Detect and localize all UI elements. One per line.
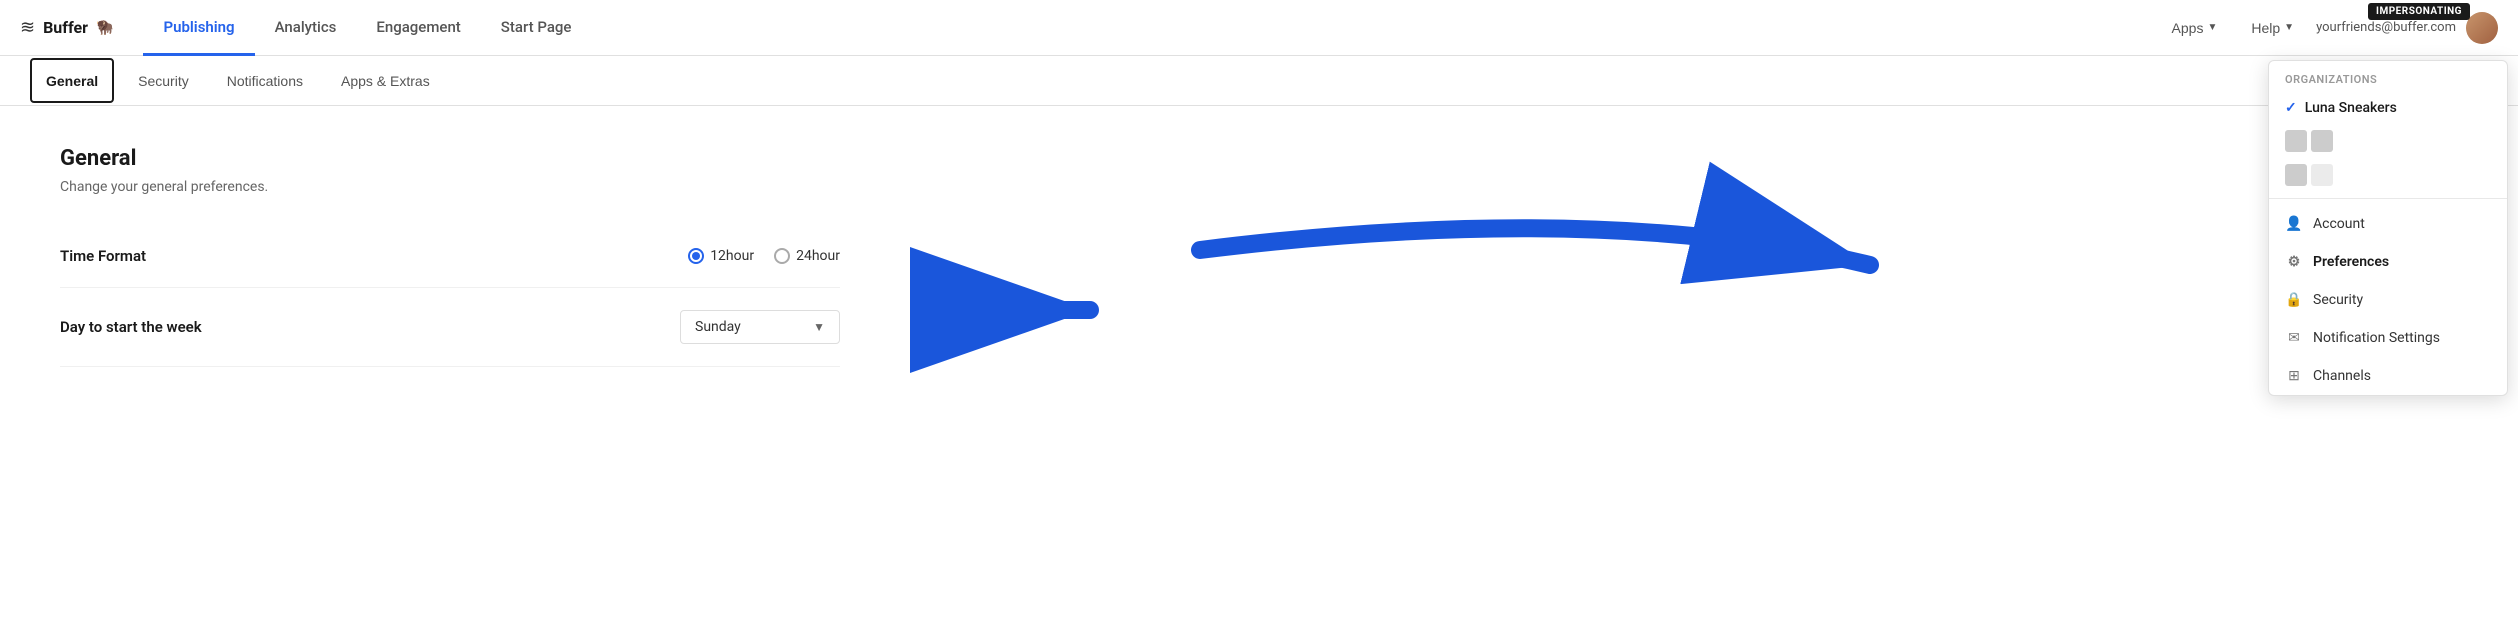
org-icon-2 (2311, 130, 2333, 152)
help-button[interactable]: Help ▼ (2239, 14, 2306, 42)
lock-icon: 🔒 (2285, 291, 2303, 309)
apps-chevron-icon: ▼ (2207, 22, 2217, 33)
sub-tab-notifications[interactable]: Notifications (213, 57, 317, 106)
org-icon-3 (2285, 164, 2307, 186)
logo-area[interactable]: ≋ Buffer 🦬 (20, 17, 113, 38)
notification-settings-label: Notification Settings (2313, 330, 2440, 346)
apps-button[interactable]: Apps ▼ (2160, 14, 2230, 42)
security-label: Security (2313, 292, 2363, 308)
org-icon-4 (2311, 164, 2333, 186)
logo-text: Buffer (43, 18, 88, 37)
time-format-label: Time Format (60, 247, 360, 265)
person-icon: 👤 (2285, 215, 2303, 233)
day-start-row: Day to start the week Sunday ▼ (60, 288, 840, 367)
org-icon-1 (2285, 130, 2307, 152)
day-start-select[interactable]: Sunday ▼ (680, 310, 840, 344)
time-format-controls: 12hour 24hour (688, 248, 840, 264)
sub-nav: General Security Notifications Apps & Ex… (0, 56, 2518, 106)
radio-12hour-label: 12hour (710, 248, 754, 264)
section-title: General (60, 146, 840, 171)
channels-label: Channels (2313, 368, 2371, 384)
buffer-logo-icon: ≋ (20, 17, 35, 38)
day-start-value: Sunday (695, 319, 741, 335)
sub-tab-general[interactable]: General (30, 58, 114, 103)
org-icons-row1 (2269, 124, 2507, 158)
sub-tab-security[interactable]: Security (124, 57, 203, 106)
dropdown-account[interactable]: 👤 Account (2269, 205, 2507, 243)
nav-tab-engagement[interactable]: Engagement (356, 1, 480, 56)
gear-icon: ⚙ (2285, 253, 2303, 271)
main-content: General Change your general preferences.… (0, 106, 900, 407)
envelope-icon: ✉ (2285, 329, 2303, 347)
dropdown-menu: Organizations ✓ Luna Sneakers 👤 Account … (2268, 60, 2508, 396)
preferences-label: Preferences (2313, 254, 2389, 270)
nav-tab-start-page[interactable]: Start Page (481, 1, 592, 56)
day-start-chevron-icon: ▼ (813, 320, 825, 334)
radio-12hour[interactable]: 12hour (688, 248, 754, 264)
dropdown-notification-settings[interactable]: ✉ Notification Settings (2269, 319, 2507, 357)
user-avatar[interactable] (2466, 12, 2498, 44)
section-desc: Change your general preferences. (60, 179, 840, 195)
org-name: Luna Sneakers (2305, 100, 2397, 116)
divider-1 (2269, 198, 2507, 199)
nav-tabs: Publishing Analytics Engagement Start Pa… (143, 0, 591, 55)
dropdown-channels[interactable]: ⊞ Channels (2269, 357, 2507, 395)
impersonating-badge: IMPERSONATING (2368, 3, 2470, 20)
dropdown-preferences[interactable]: ⚙ Preferences (2269, 243, 2507, 281)
org-icons-row2 (2269, 158, 2507, 192)
org-luna-sneakers[interactable]: ✓ Luna Sneakers (2269, 92, 2507, 124)
dropdown-security[interactable]: 🔒 Security (2269, 281, 2507, 319)
help-chevron-icon: ▼ (2284, 22, 2294, 33)
user-email: yourfriends@buffer.com (2316, 20, 2456, 35)
organizations-label: Organizations (2269, 61, 2507, 92)
time-format-row: Time Format 12hour 24hour (60, 225, 840, 288)
nav-tab-publishing[interactable]: Publishing (143, 1, 254, 56)
org-check-icon: ✓ (2285, 100, 2297, 116)
radio-24hour-circle (774, 248, 790, 264)
radio-24hour-label: 24hour (796, 248, 840, 264)
radio-24hour[interactable]: 24hour (774, 248, 840, 264)
avatar-image (2466, 12, 2498, 44)
radio-12hour-circle (688, 248, 704, 264)
logo-emoji: 🦬 (96, 20, 113, 36)
nav-tab-analytics[interactable]: Analytics (255, 1, 357, 56)
top-nav: ≋ Buffer 🦬 Publishing Analytics Engageme… (0, 0, 2518, 56)
account-label: Account (2313, 216, 2365, 232)
sub-tab-apps-extras[interactable]: Apps & Extras (327, 57, 444, 106)
grid-icon: ⊞ (2285, 367, 2303, 385)
day-start-label: Day to start the week (60, 318, 360, 336)
